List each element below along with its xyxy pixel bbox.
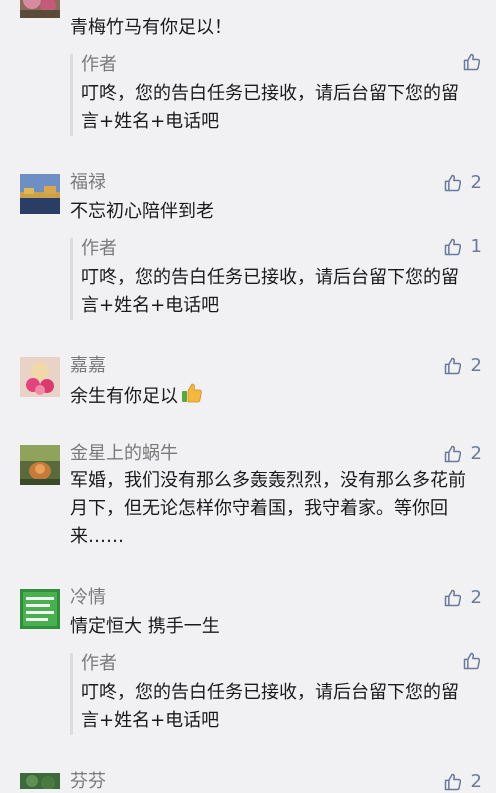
thumbs-up-icon [444,773,461,791]
avatar[interactable] [20,174,60,214]
like-button[interactable]: 2 [443,355,482,377]
like-count: 2 [470,172,482,193]
commenter-name[interactable]: 福禄 [70,172,106,194]
reply-author: 作者 [81,653,117,674]
commenter-name[interactable]: 芬芬 [70,771,106,793]
author-reply: 作者 叮咚，您的告白任务已接收，请后台留下您的留言+姓名+电话吧 [70,651,482,735]
avatar[interactable] [20,773,60,789]
comment-text: 余生有你足以 [70,381,470,414]
reply-author: 作者 [81,54,117,75]
comment-text: 情定恒大 携手一生 [70,616,220,637]
author-reply: 作者 叮咚，您的告白任务已接收，请后台留下您的留言+姓名+电话吧 [70,52,482,136]
like-count: 3 [471,0,482,2]
like-count: 2 [470,587,482,608]
thumbs-up-emoji-icon [180,381,204,414]
commenter-name[interactable]: 风铃 [70,0,106,2]
thumbs-up-icon [444,445,461,463]
comment-text-body: 余生有你足以 [70,386,178,407]
like-button[interactable]: 2 [443,172,482,194]
thumbs-up-icon [463,652,481,670]
thumbs-up-icon [444,174,461,192]
reply-text: 叮咚，您的告白任务已接收，请后台留下您的留言+姓名+电话吧 [81,267,459,316]
thumbs-up-icon [444,238,461,256]
reply-like-button[interactable] [462,52,482,72]
reply-author: 作者 [81,238,117,259]
author-reply: 作者 1 叮咚，您的告白任务已接收，请后台留下您的留言+姓名+电话吧 [70,236,482,320]
thumbs-up-icon [444,357,461,375]
like-button[interactable]: 2 [443,443,482,465]
like-count: 2 [470,355,482,376]
thumbs-up-icon [443,0,463,1]
commenter-name[interactable]: 冷情 [70,587,106,609]
like-count: 1 [470,236,482,257]
like-button[interactable]: 2 [443,771,482,793]
thumbs-up-icon [463,53,481,71]
like-count: 2 [470,771,482,792]
reply-text: 叮咚，您的告白任务已接收，请后台留下您的留言+姓名+电话吧 [81,83,459,132]
avatar[interactable] [20,357,60,397]
comment-text: 军婚，我们没有那么多轰轰烈烈，没有那么多花前月下，但无论怎样你守着国，我守着家。… [70,470,466,547]
avatar[interactable] [20,445,60,485]
reply-text: 叮咚，您的告白任务已接收，请后台留下您的留言+姓名+电话吧 [81,682,459,731]
like-button[interactable]: 3 [443,0,482,2]
comment-text: 青梅竹马有你足以！ [70,17,232,38]
like-count: 2 [470,443,482,464]
commenter-name[interactable]: 金星上的蜗牛 [70,443,178,465]
comment-text: 不忘初心陪伴到老 [70,201,214,222]
avatar[interactable] [20,0,60,18]
commenter-name[interactable]: 嘉嘉 [70,355,106,377]
like-button[interactable]: 2 [443,587,482,609]
reply-like-button[interactable]: 1 [443,236,482,258]
thumbs-up-icon [444,589,461,607]
avatar[interactable] [20,589,60,629]
reply-like-button[interactable] [462,651,482,671]
